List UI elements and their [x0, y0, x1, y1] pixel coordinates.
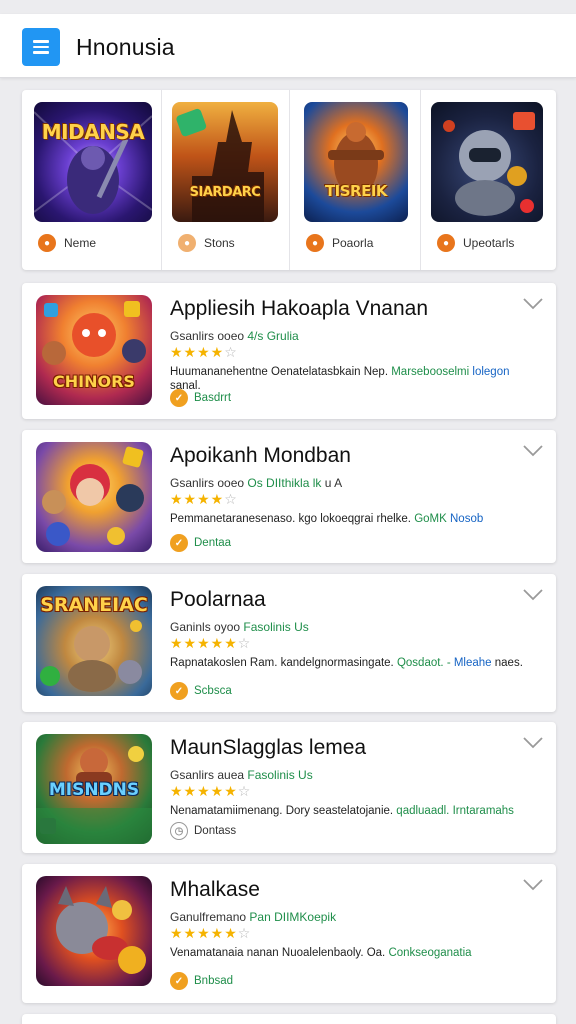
app-description: Rapnatakoslen Ram. kandelgnormasingate. … [170, 657, 523, 669]
category-tag[interactable]: ✓ Dentaa [170, 534, 231, 552]
game-thumbnail [36, 442, 152, 552]
app-description: Venamatanaia nanan Nuoalelenbaoly. Oa. C… [170, 947, 472, 959]
app-list-item[interactable]: CHINORS Appliesih Hakoapla Vnanan Gsanli… [22, 283, 556, 419]
category-badge-icon: ● [38, 234, 56, 252]
chevron-down-icon[interactable] [522, 297, 544, 311]
game-thumbnail-title: SRANEIAC [40, 594, 148, 616]
app-title: Apoikanh Mondban [170, 444, 351, 467]
game-thumbnail: SIARDARC [172, 102, 278, 222]
game-thumbnail [431, 102, 543, 222]
app-title: Hnonusia [76, 34, 175, 60]
game-thumbnail-title: MISNDNS [48, 780, 140, 800]
category-tag[interactable]: ✓ Scbsca [170, 682, 232, 700]
app-title: Appliesih Hakoapla Vnanan [170, 297, 429, 320]
category-tag[interactable]: ✓ Bnbsad [170, 972, 233, 990]
category-badge-icon: ● [178, 234, 196, 252]
game-thumbnail-title: TISREIK [324, 182, 388, 200]
featured-label: Neme [64, 236, 97, 250]
app-subtitle: Ganulfremano Pan DIIMKoepik [170, 910, 337, 924]
app-list-item[interactable]: MISNDNS MaunSlagglas lemea Gsanlirs auea… [22, 722, 556, 853]
app-list-item[interactable]: SRANEIAC Poolarnaa Ganinls oyoo Fasolini… [22, 574, 556, 712]
featured-card[interactable]: MIDANSA ● Neme [22, 90, 162, 270]
app-subtitle: Gsanlirs auea Fasolinis Us [170, 768, 313, 782]
app-description: Pemmanetaranesenaso. kgo lokoeqgrai rhel… [170, 513, 484, 525]
app-bar: Hnonusia [0, 14, 576, 78]
app-list-item[interactable] [22, 1014, 556, 1024]
category-badge-icon: ● [306, 234, 324, 252]
featured-label: Poaorla [332, 236, 374, 250]
app-title: MaunSlagglas lemea [170, 736, 367, 759]
rating-stars: ★★★★☆ [170, 492, 238, 508]
clock-icon: ◷ [170, 822, 188, 840]
chevron-down-icon[interactable] [522, 444, 544, 458]
chevron-down-icon[interactable] [522, 878, 544, 892]
app-title: Poolarnaa [170, 588, 266, 611]
rating-stars: ★★★★★☆ [170, 926, 252, 942]
app-subtitle: Gsanlirs ooeo 4/s Grulia [170, 329, 299, 343]
category-badge-icon: ✓ [170, 972, 188, 990]
category-badge-icon: ✓ [170, 682, 188, 700]
category-badge-icon: ● [437, 234, 455, 252]
game-thumbnail: CHINORS [36, 295, 152, 405]
app-description: Nenamatamiimenang. Dory seastelatojanie.… [170, 805, 514, 817]
app-title: Mhalkase [170, 878, 260, 901]
featured-card[interactable]: TISREIK ● Poaorla [290, 90, 421, 270]
category-badge-icon: ✓ [170, 389, 188, 407]
category-tag[interactable]: ◷ Dontass [170, 822, 236, 840]
app-list-item[interactable]: Mhalkase Ganulfremano Pan DIIMKoepik ★★★… [22, 864, 556, 1003]
rating-stars: ★★★★★☆ [170, 784, 252, 800]
game-thumbnail: MIDANSA [34, 102, 152, 222]
game-thumbnail-title: SIARDARC [189, 185, 261, 200]
app-subtitle: Gsanlirs ooeo Os DIIthikla lk u A [170, 476, 343, 490]
category-tag[interactable]: ✓ Basdrrt [170, 389, 231, 407]
featured-card[interactable]: ● Upeotarls [421, 90, 556, 270]
chevron-down-icon[interactable] [522, 588, 544, 602]
game-thumbnail: TISREIK [304, 102, 408, 222]
game-thumbnail: SRANEIAC [36, 586, 152, 696]
featured-label: Stons [204, 236, 235, 250]
rating-stars: ★★★★☆ [170, 345, 238, 361]
rating-stars: ★★★★★☆ [170, 636, 252, 652]
game-thumbnail-title: MIDANSA [41, 120, 145, 144]
featured-row: MIDANSA ● Neme SIARDARC ● Stons TISREIK … [22, 90, 556, 270]
chevron-down-icon[interactable] [522, 736, 544, 750]
document-icon[interactable] [22, 28, 60, 66]
game-thumbnail [36, 876, 152, 986]
game-thumbnail: MISNDNS [36, 734, 152, 844]
app-list-item[interactable]: Apoikanh Mondban Gsanlirs ooeo Os DIIthi… [22, 430, 556, 563]
category-badge-icon: ✓ [170, 534, 188, 552]
featured-card[interactable]: SIARDARC ● Stons [162, 90, 290, 270]
app-subtitle: Ganinls oyoo Fasolinis Us [170, 620, 309, 634]
game-thumbnail-title: CHINORS [53, 372, 135, 391]
featured-label: Upeotarls [463, 236, 515, 250]
